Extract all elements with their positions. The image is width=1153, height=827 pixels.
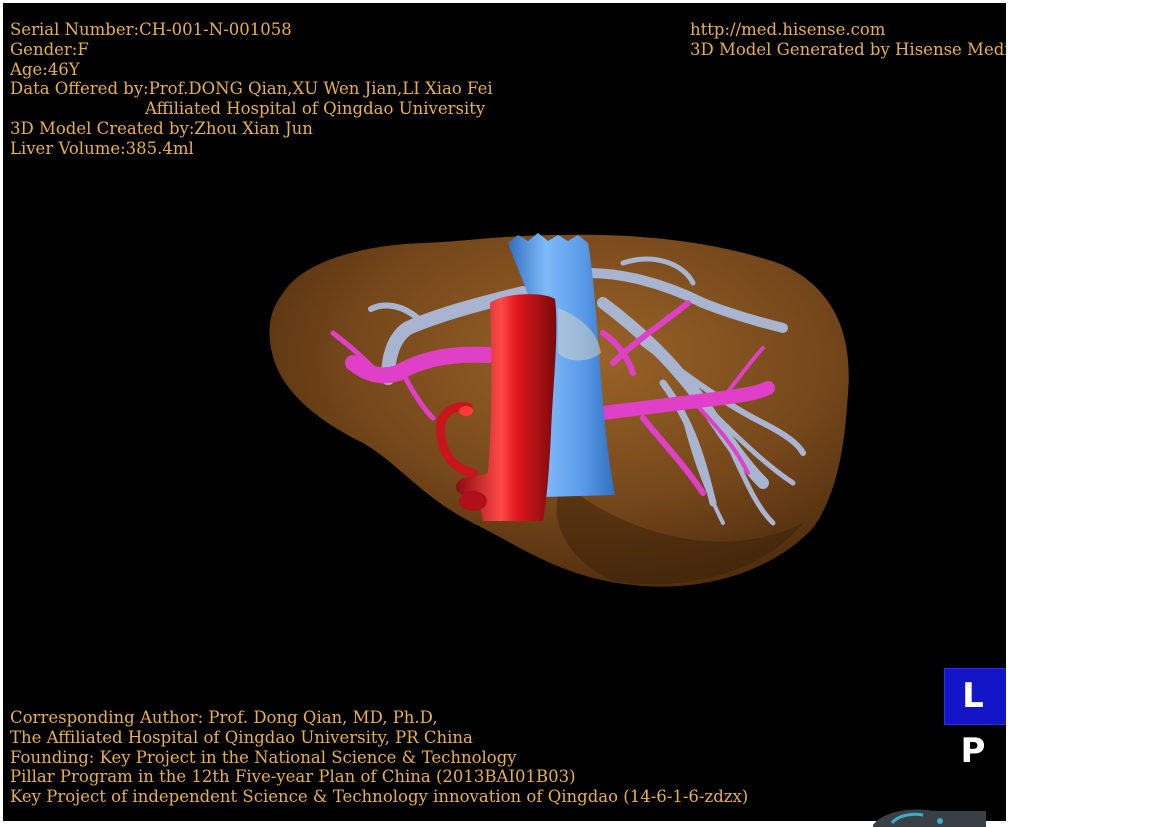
serial-number-text: Serial Number:CH-001-N-001058 [10, 20, 292, 39]
model-created-by-text: 3D Model Created by:Zhou Xian Jun [10, 118, 313, 138]
key-project-text: Key Project of independent Science & Tec… [10, 787, 749, 807]
age-text: Age:46Y [10, 59, 80, 79]
founding-text: Founding: Key Project in the National Sc… [10, 747, 517, 767]
3d-viewport[interactable]: Serial Number:CH-001-N-001058 Gender:F A… [3, 3, 1006, 821]
corresponding-author-text: Corresponding Author: Prof. Dong Qian, M… [10, 708, 438, 727]
gender-text: Gender:F [10, 39, 89, 59]
hospital-affiliation-text: Affiliated Hospital of Qingdao Universit… [145, 99, 486, 119]
scroll-gauge-icon [873, 809, 986, 827]
website-url-text: http://med.hisense.com [690, 20, 886, 39]
generator-info-block: http://med.hisense.com 3D Model Generate… [690, 20, 1006, 60]
patient-info-block: Serial Number:CH-001-N-001058 Gender:F A… [10, 20, 493, 159]
liver-volume-text: Liver Volume:385.4ml [10, 138, 194, 158]
orientation-cube-icon[interactable]: L P [944, 668, 1006, 771]
author-funding-block: Corresponding Author: Prof. Dong Qian, M… [10, 708, 748, 807]
aortic-branch-end [459, 406, 473, 416]
pillar-program-text: Pillar Program in the 12th Five-year Pla… [10, 767, 576, 787]
orientation-cube-label: L P [960, 676, 992, 771]
data-offered-by-text: Data Offered by:Prof.DONG Qian,XU Wen Ji… [10, 79, 493, 99]
author-affiliation-text: The Affiliated Hospital of Qingdao Unive… [10, 727, 473, 747]
generator-credit-text: 3D Model Generated by Hisense Medic [690, 39, 1006, 59]
aortic-base-bulge [459, 491, 487, 511]
